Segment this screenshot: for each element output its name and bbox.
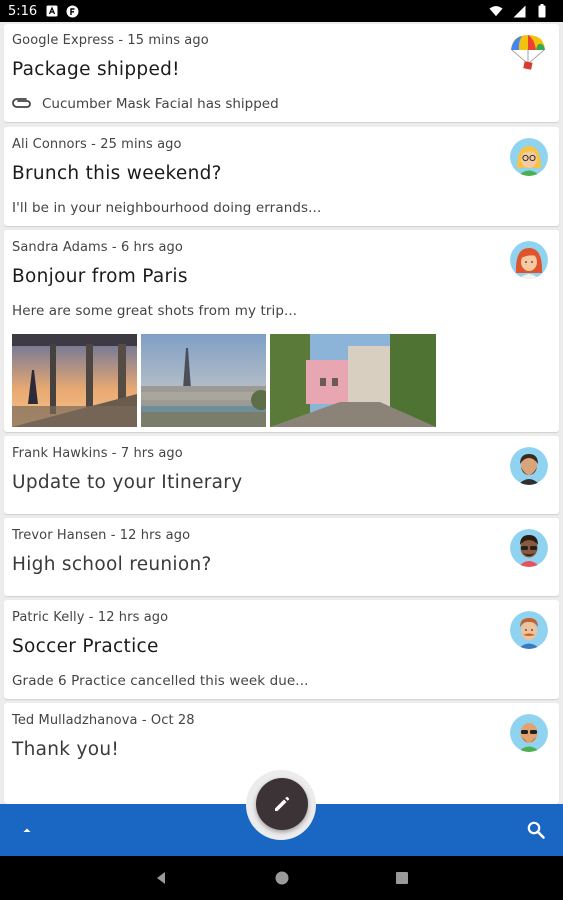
meta-separator: - xyxy=(137,713,151,728)
email-meta: Google Express - 15 mins ago xyxy=(12,33,209,48)
meta-separator: - xyxy=(84,610,98,625)
photo-strip xyxy=(12,334,436,427)
email-subject: Thank you! xyxy=(12,739,120,760)
system-nav-bar xyxy=(0,856,563,900)
email-meta: Ali Connors - 25 mins ago xyxy=(12,137,182,152)
status-time: 5:16 xyxy=(8,3,38,19)
email-time: 25 mins ago xyxy=(100,137,182,152)
wifi-icon xyxy=(489,4,503,18)
email-time: 15 mins ago xyxy=(127,33,209,48)
sender-name: Trevor Hansen xyxy=(12,528,107,543)
email-subject: Package shipped! xyxy=(12,59,180,80)
bald-man-sunglasses-avatar xyxy=(510,714,548,752)
email-subject: Bonjour from Paris xyxy=(12,266,188,287)
compose-button[interactable] xyxy=(256,778,308,830)
email-card[interactable]: Google Express - 15 mins ago Package shi… xyxy=(4,24,559,122)
montmartre-street-photo[interactable] xyxy=(270,334,436,427)
email-time: 6 hrs ago xyxy=(120,240,183,255)
signal-icon xyxy=(512,4,526,18)
meta-separator: - xyxy=(107,240,121,255)
battery-icon xyxy=(535,4,549,18)
email-time: 12 hrs ago xyxy=(97,610,169,625)
email-card[interactable]: Patric Kelly - 12 hrs ago Soccer Practic… xyxy=(4,600,559,699)
email-list[interactable]: Google Express - 15 mins ago Package shi… xyxy=(0,22,563,804)
email-subject: Soccer Practice xyxy=(12,636,159,657)
email-preview: Grade 6 Practice cancelled this week due… xyxy=(12,673,309,689)
mustache-man-avatar xyxy=(510,611,548,649)
attachment-text: Cucumber Mask Facial has shipped xyxy=(42,96,279,112)
red-hair-woman-avatar xyxy=(510,241,548,279)
email-meta: Sandra Adams - 6 hrs ago xyxy=(12,240,183,255)
sunglasses-man-avatar xyxy=(510,529,548,567)
meta-separator: - xyxy=(114,33,128,48)
chevron-up-icon[interactable] xyxy=(20,822,34,836)
email-subject: Update to your Itinerary xyxy=(12,472,243,493)
paperclip-icon xyxy=(12,97,34,111)
sender-name: Google Express xyxy=(12,33,115,48)
sender-name: Sandra Adams xyxy=(12,240,108,255)
search-icon[interactable] xyxy=(526,820,546,840)
a-icon xyxy=(45,4,59,18)
f-icon xyxy=(65,4,79,18)
eiffel-bridge-photo[interactable] xyxy=(12,334,137,427)
email-preview: Here are some great shots from my trip..… xyxy=(12,303,298,319)
sender-name: Ted Mulladzhanova xyxy=(12,713,138,728)
sender-name: Frank Hawkins xyxy=(12,446,108,461)
meta-separator: - xyxy=(106,528,120,543)
pencil-icon xyxy=(272,794,292,814)
email-card[interactable]: Trevor Hansen - 12 hrs ago High school r… xyxy=(4,518,559,596)
email-time: 7 hrs ago xyxy=(120,446,183,461)
email-meta: Trevor Hansen - 12 hrs ago xyxy=(12,528,190,543)
parachute-avatar xyxy=(508,32,548,72)
email-card[interactable]: Ali Connors - 25 mins ago Brunch this we… xyxy=(4,127,559,226)
email-subject: Brunch this weekend? xyxy=(12,163,222,184)
email-meta: Patric Kelly - 12 hrs ago xyxy=(12,610,168,625)
email-preview: I'll be in your neighbourhood doing erra… xyxy=(12,200,322,216)
meta-separator: - xyxy=(107,446,121,461)
email-card[interactable]: Sandra Adams - 6 hrs ago Bonjour from Pa… xyxy=(4,230,559,432)
attachment-row: Cucumber Mask Facial has shipped xyxy=(12,96,279,112)
home-icon[interactable] xyxy=(274,870,290,886)
email-card[interactable]: Frank Hawkins - 7 hrs ago Update to your… xyxy=(4,436,559,514)
sender-name: Ali Connors xyxy=(12,137,87,152)
email-time: 12 hrs ago xyxy=(119,528,191,543)
email-time: Oct 28 xyxy=(150,713,195,728)
email-subject: High school reunion? xyxy=(12,554,212,575)
woman-glasses-avatar xyxy=(510,138,548,176)
email-meta: Ted Mulladzhanova - Oct 28 xyxy=(12,713,195,728)
meta-separator: - xyxy=(86,137,101,152)
paris-skyline-photo[interactable] xyxy=(141,334,266,427)
sender-name: Patric Kelly xyxy=(12,610,85,625)
email-meta: Frank Hawkins - 7 hrs ago xyxy=(12,446,183,461)
recents-icon[interactable] xyxy=(394,870,410,886)
status-bar: 5:16 xyxy=(0,0,563,22)
bearded-man-avatar xyxy=(510,447,548,485)
back-icon[interactable] xyxy=(153,870,169,886)
